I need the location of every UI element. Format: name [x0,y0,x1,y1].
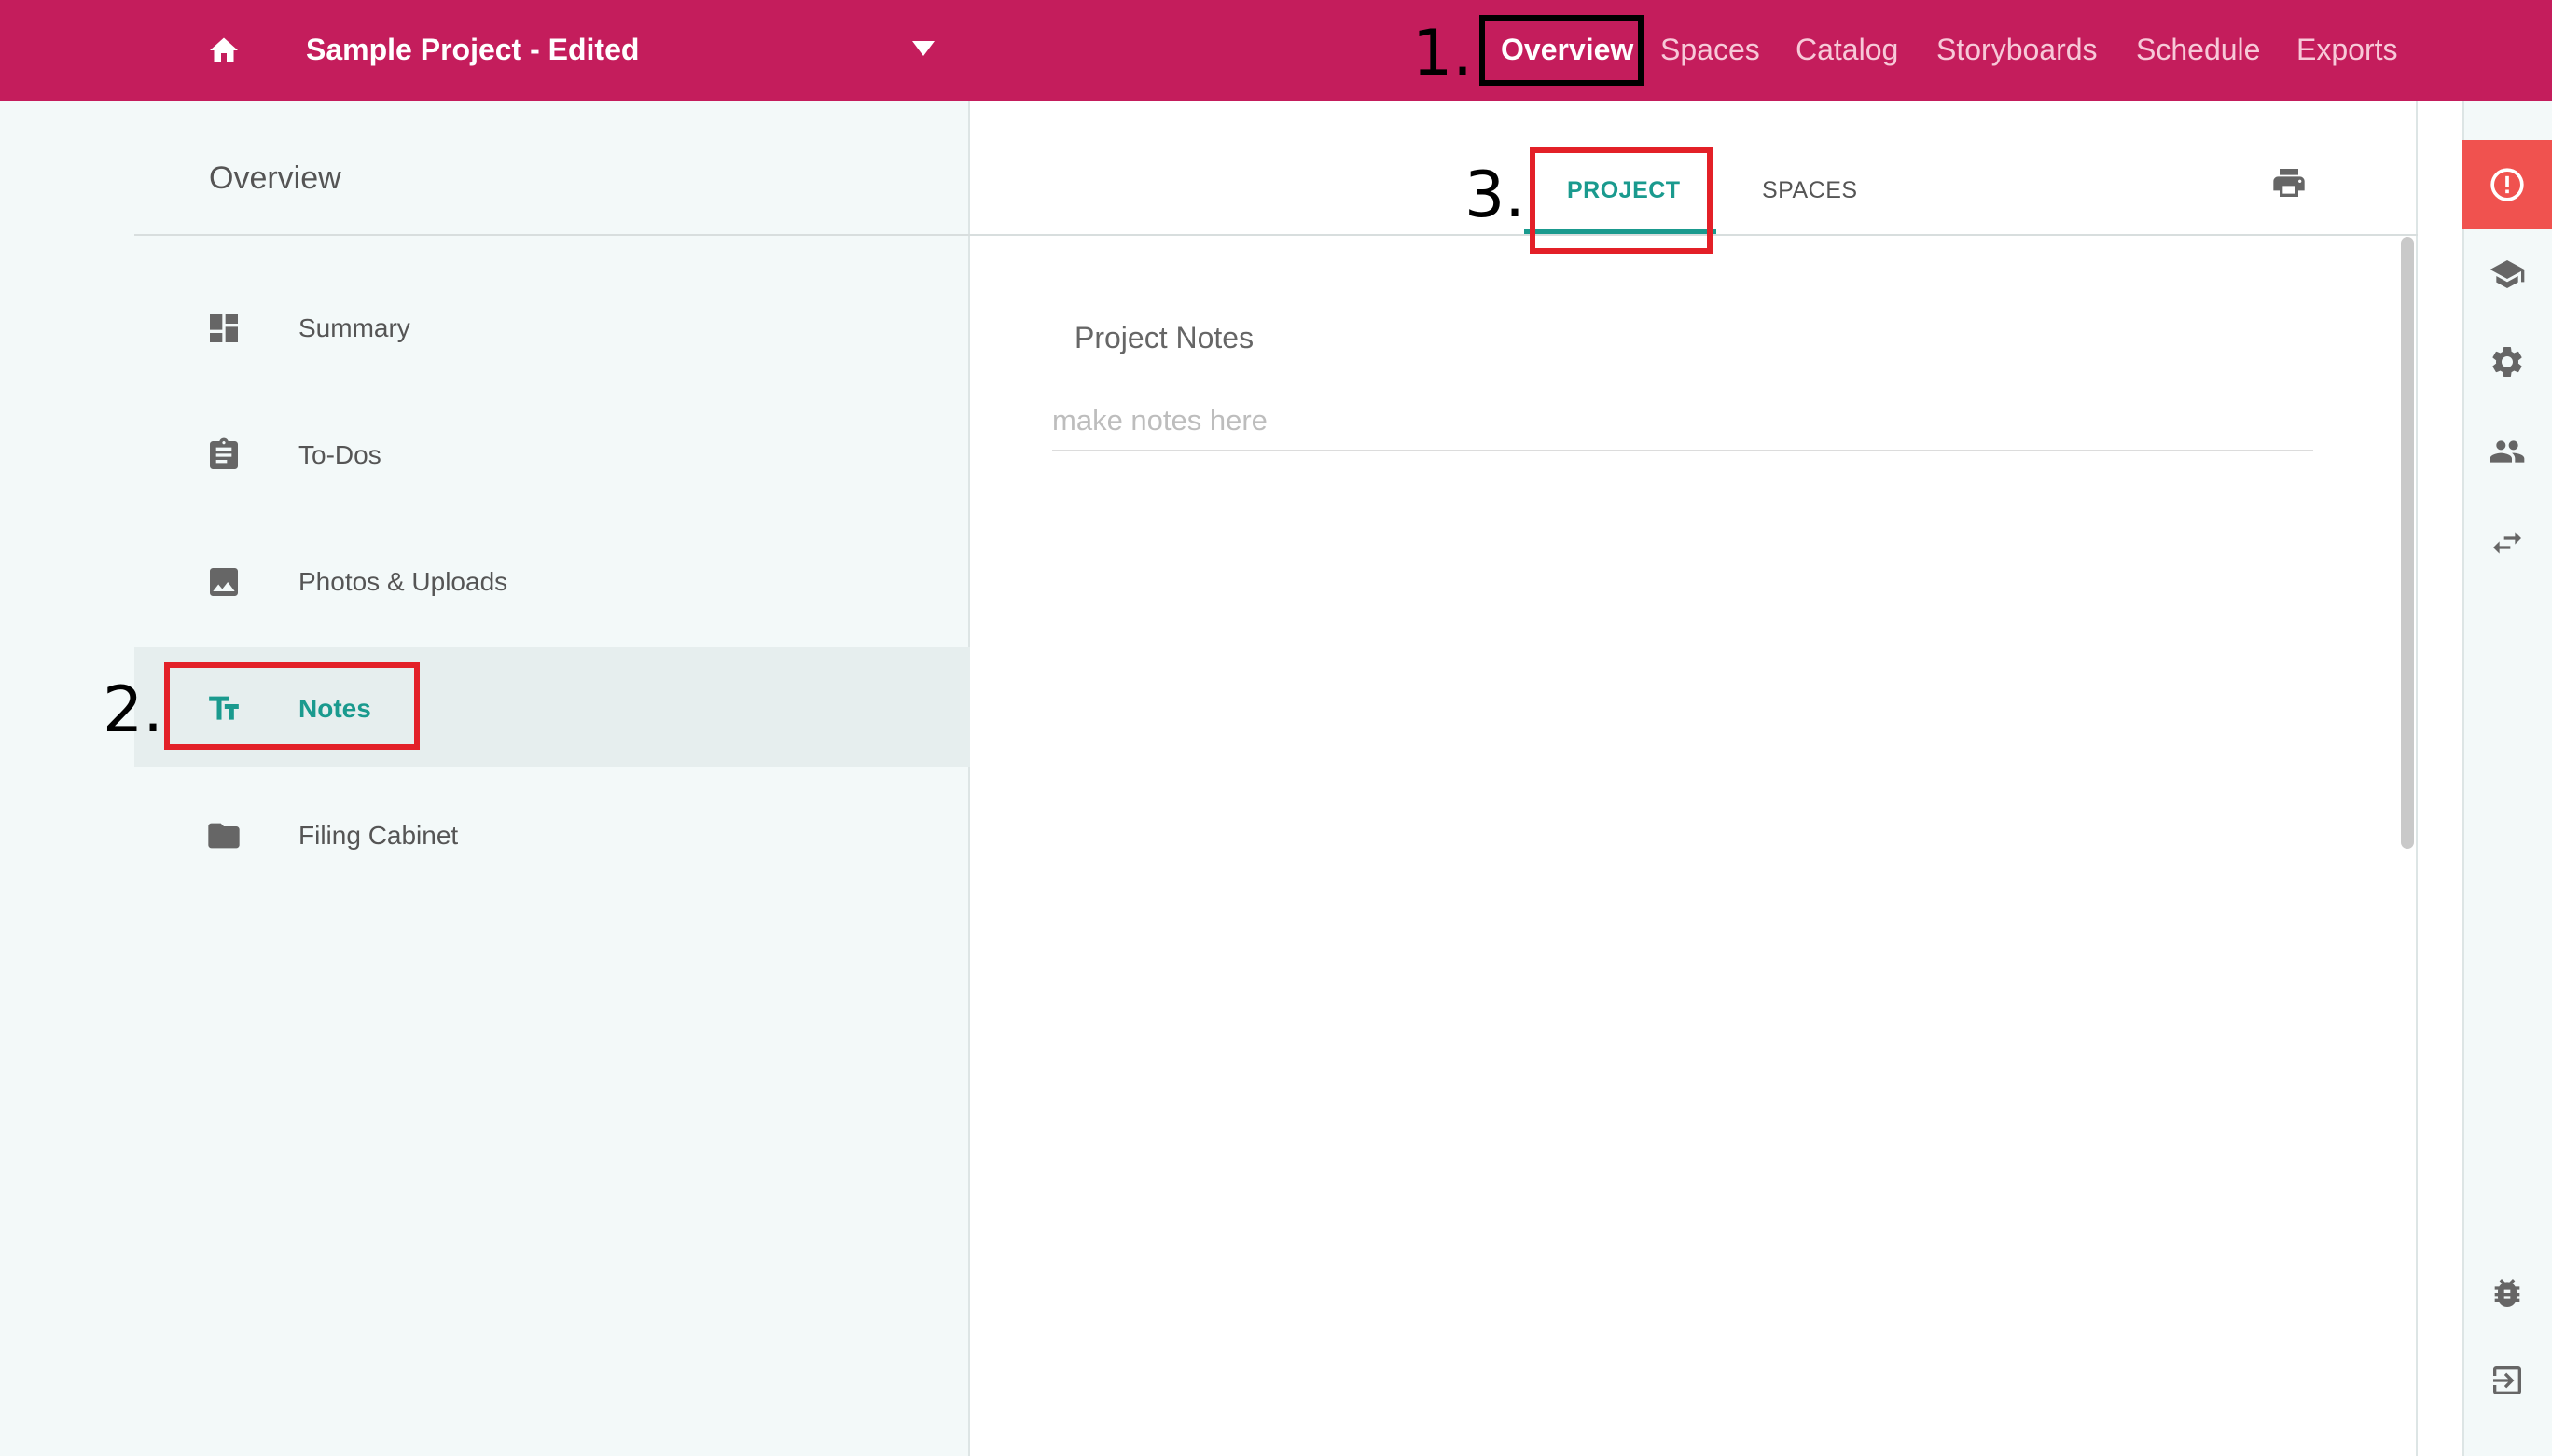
project-title[interactable]: Sample Project - Edited [306,26,639,73]
sidebar-item-todos[interactable]: To-Dos [134,394,970,513]
sidebar-item-filing-cabinet[interactable]: Filing Cabinet [134,774,970,894]
annotation-step-1: 1. [1412,17,1473,90]
sidebar-item-label: To-Dos [298,440,381,469]
alert-icon[interactable] [2489,166,2526,203]
image-icon [210,568,238,596]
sidebar-title: Overview [209,160,341,196]
sidebar-item-label: Summary [298,313,410,342]
nav-catalog[interactable]: Catalog [1796,26,1898,73]
project-notes-heading: Project Notes [1075,321,1255,354]
sidebar-item-photos[interactable]: Photos & Uploads [134,520,970,640]
tab-spaces[interactable]: SPACES [1762,177,1858,204]
people-icon[interactable] [2489,433,2526,470]
scrollbar[interactable] [2401,237,2414,849]
school-icon[interactable] [2489,256,2526,293]
annotation-box-overview [1479,15,1644,86]
nav-exports[interactable]: Exports [2296,26,2397,73]
dashboard-icon [210,314,238,342]
settings-icon[interactable] [2489,343,2526,381]
chevron-down-icon[interactable] [912,41,935,56]
folder-icon [208,823,240,849]
nav-spaces[interactable]: Spaces [1660,26,1760,73]
logout-icon[interactable] [2489,1362,2526,1399]
print-icon[interactable] [2270,164,2308,201]
bug-icon[interactable] [2489,1274,2526,1311]
sidebar-item-summary[interactable]: Summary [134,267,970,386]
sidebar-item-label: Filing Cabinet [298,821,459,850]
annotation-step-3: 3. [1464,159,1525,232]
sidebar-item-label: Photos & Uploads [298,567,508,596]
annotation-box-project-tab [1530,147,1713,254]
nav-storyboards[interactable]: Storyboards [1936,26,2098,73]
main-panel [970,101,2418,1456]
clipboard-icon [210,437,238,469]
home-icon[interactable] [207,34,241,67]
right-rail [2462,101,2552,1456]
swap-icon[interactable] [2489,524,2526,562]
project-notes-input[interactable] [1052,392,2313,451]
sidebar-divider [134,234,970,236]
annotation-step-2: 2. [103,673,163,747]
nav-schedule[interactable]: Schedule [2136,26,2260,73]
annotation-box-notes [164,662,420,750]
